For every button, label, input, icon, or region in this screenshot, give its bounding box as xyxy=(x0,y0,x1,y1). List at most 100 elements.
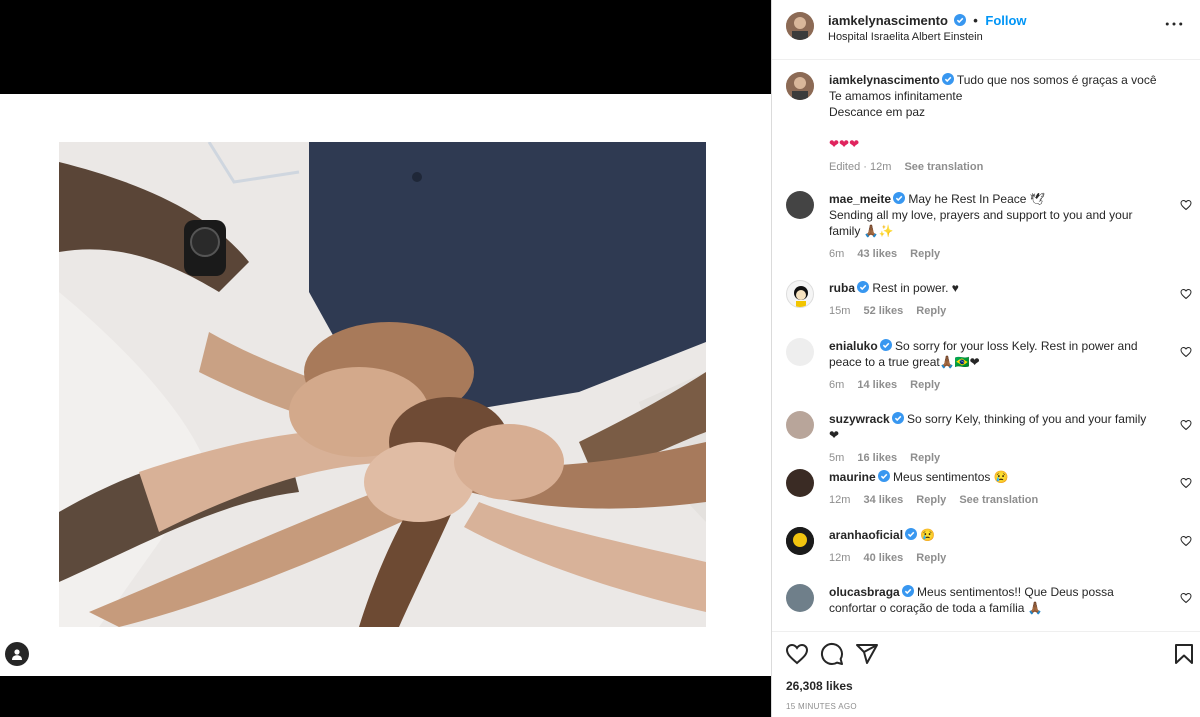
verified-badge-icon xyxy=(893,192,906,204)
comment-time: 12m xyxy=(829,552,851,564)
comment-username[interactable]: olucasbraga xyxy=(829,585,900,599)
caption-body: iamkelynascimento Tudo que nos somos é g… xyxy=(829,72,1159,175)
caption-line: Descance em paz xyxy=(829,105,926,119)
more-options-icon xyxy=(1165,22,1183,26)
follow-button[interactable]: Follow xyxy=(985,13,1026,28)
comment-time: 12m xyxy=(829,494,851,506)
verified-badge-icon xyxy=(953,14,966,26)
comment-likes[interactable]: 52 likes xyxy=(863,305,903,317)
post-side-panel: iamkelynascimento • Follow Hospital Isra… xyxy=(771,0,1200,717)
user-tag-icon xyxy=(12,649,22,660)
commenter-avatar[interactable] xyxy=(786,584,814,612)
reply-button[interactable]: Reply xyxy=(910,248,940,260)
like-heart-icon[interactable] xyxy=(785,642,809,666)
comment-text: 😢 xyxy=(920,528,936,542)
comment-username[interactable]: enialuko xyxy=(829,339,878,353)
photo-illustration xyxy=(59,142,706,627)
comment-meta: 12m 40 likes Reply xyxy=(829,550,1159,566)
heart-icon[interactable] xyxy=(1180,477,1192,489)
comment-time: 5m xyxy=(829,452,845,464)
reply-button[interactable]: Reply xyxy=(916,552,946,564)
media-frame xyxy=(0,94,771,676)
comment-text: Rest in power. ♥ xyxy=(872,281,959,295)
comment-text: May he Rest In Peace 🕊 xyxy=(908,192,1046,206)
heart-icon[interactable] xyxy=(1180,419,1192,431)
comment-likes[interactable]: 43 likes xyxy=(857,248,897,260)
comment-likes[interactable]: 16 likes xyxy=(857,452,897,464)
comment-body: olucasbraga Meus sentimentos!! Que Deus … xyxy=(829,584,1159,616)
author-username[interactable]: iamkelynascimento xyxy=(828,13,948,28)
comment-likes[interactable]: 14 likes xyxy=(857,379,897,391)
comment-username[interactable]: maurine xyxy=(829,470,876,484)
comment-username[interactable]: mae_meite xyxy=(829,192,891,206)
more-options-button[interactable] xyxy=(1162,12,1186,36)
comment-time: 6m xyxy=(829,248,845,260)
comment-text-continued: Sending all my love, prayers and support… xyxy=(829,208,1133,238)
comment-body: enialuko So sorry for your loss Kely. Re… xyxy=(829,338,1159,393)
post-actions: 26,308 likes 15 MINUTES AGO xyxy=(772,631,1200,717)
caption-username[interactable]: iamkelynascimento xyxy=(829,73,940,87)
comment-icon[interactable] xyxy=(820,642,844,666)
caption-edited-time: Edited · 12m xyxy=(829,161,892,173)
post-header: iamkelynascimento • Follow Hospital Isra… xyxy=(772,0,1200,60)
comment-likes[interactable]: 40 likes xyxy=(863,552,903,564)
see-translation-link[interactable]: See translation xyxy=(959,494,1038,506)
comments-list[interactable]: iamkelynascimento Tudo que nos somos é g… xyxy=(772,61,1200,631)
bookmark-icon[interactable] xyxy=(1172,642,1196,666)
verified-badge-icon xyxy=(941,73,954,85)
comment-username[interactable]: suzywrack xyxy=(829,412,890,426)
caption-meta: Edited · 12m See translation xyxy=(829,159,1159,175)
post-time: 15 MINUTES AGO xyxy=(786,702,857,711)
comment-meta: 5m 16 likes Reply xyxy=(829,450,1159,466)
comment-meta: 6m 43 likes Reply xyxy=(829,246,1159,262)
comment-body: ruba Rest in power. ♥ 15m 52 likes Reply xyxy=(829,280,1159,319)
comment-time: 6m xyxy=(829,379,845,391)
heart-icon[interactable] xyxy=(1180,535,1192,547)
commenter-avatar[interactable] xyxy=(786,527,814,555)
verified-badge-icon xyxy=(901,585,914,597)
comment-text: Meus sentimentos 😢 xyxy=(893,470,1009,484)
author-avatar[interactable] xyxy=(786,12,814,40)
comment-meta: 12m 34 likes Reply See translation xyxy=(829,492,1159,508)
comment-username[interactable]: ruba xyxy=(829,281,855,295)
likes-count[interactable]: 26,308 likes xyxy=(786,679,853,693)
caption-line: Te amamos infinitamente xyxy=(829,89,963,103)
comment-username[interactable]: aranhaoficial xyxy=(829,528,903,542)
verified-badge-icon xyxy=(891,412,904,424)
comment-body: suzywrack So sorry Kely, thinking of you… xyxy=(829,411,1159,466)
comment-body: aranhaoficial 😢 12m 40 likes Reply xyxy=(829,527,1159,566)
user-tag-button[interactable] xyxy=(5,642,29,666)
comment-meta: 15m 52 likes Reply xyxy=(829,303,1159,319)
verified-badge-icon xyxy=(905,528,918,540)
reply-button[interactable]: Reply xyxy=(910,379,940,391)
post-photo[interactable] xyxy=(59,142,706,627)
caption-hearts: ❤❤❤ xyxy=(829,137,860,151)
verified-badge-icon xyxy=(879,339,892,351)
reply-button[interactable]: Reply xyxy=(910,452,940,464)
separator-dot: • xyxy=(973,13,978,28)
share-icon[interactable] xyxy=(855,642,879,666)
comment-body: maurine Meus sentimentos 😢 12m 34 likes … xyxy=(829,469,1159,508)
comment-meta: 6m 14 likes Reply xyxy=(829,377,1159,393)
comment-likes[interactable]: 34 likes xyxy=(863,494,903,506)
heart-icon[interactable] xyxy=(1180,288,1192,300)
verified-badge-icon xyxy=(877,470,890,482)
caption-line: Tudo que nos somos é graças a você xyxy=(956,73,1157,87)
author-avatar[interactable] xyxy=(786,72,814,100)
see-translation-link[interactable]: See translation xyxy=(904,161,983,173)
author-username-line: iamkelynascimento • Follow xyxy=(828,13,1027,28)
heart-icon[interactable] xyxy=(1180,592,1192,604)
commenter-avatar[interactable] xyxy=(786,338,814,366)
post-location[interactable]: Hospital Israelita Albert Einstein xyxy=(828,31,983,43)
commenter-avatar[interactable] xyxy=(786,280,814,308)
commenter-avatar[interactable] xyxy=(786,191,814,219)
reply-button[interactable]: Reply xyxy=(916,494,946,506)
comment-body: mae_meite May he Rest In Peace 🕊 Sending… xyxy=(829,191,1159,262)
reply-button[interactable]: Reply xyxy=(916,305,946,317)
commenter-avatar[interactable] xyxy=(786,469,814,497)
comment-time: 15m xyxy=(829,305,851,317)
verified-badge-icon xyxy=(857,281,870,293)
heart-icon[interactable] xyxy=(1180,346,1192,358)
heart-icon[interactable] xyxy=(1180,199,1192,211)
commenter-avatar[interactable] xyxy=(786,411,814,439)
